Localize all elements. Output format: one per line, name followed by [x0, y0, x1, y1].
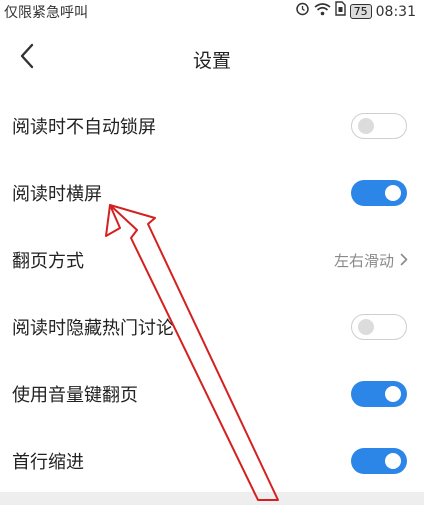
no-auto-lock-toggle[interactable] [351, 113, 407, 139]
status-bar: 仅限紧急呼叫 75 08:31 [0, 0, 424, 22]
page-title: 设置 [192, 50, 231, 72]
sim-icon [334, 1, 346, 22]
setting-label: 阅读时横屏 [12, 184, 102, 205]
setting-row-hide-hot-discussion: 阅读时隐藏热门讨论 [0, 294, 424, 360]
chevron-right-icon [400, 251, 408, 270]
hide-hot-discussion-toggle[interactable] [351, 314, 407, 340]
setting-row-volume-key-turn: 使用音量键翻页 [0, 361, 424, 427]
alarm-icon [295, 1, 310, 22]
status-carrier-text: 仅限紧急呼叫 [4, 5, 88, 21]
page-turn-mode-selector[interactable]: 左右滑动 [334, 250, 408, 271]
settings-screen: 仅限紧急呼叫 75 08:31 设置 阅读时不自动锁屏 阅读时横屏 翻页方式 左… [0, 0, 424, 505]
setting-label: 使用音量键翻页 [12, 385, 138, 406]
page-turn-mode-value: 左右滑动 [333, 251, 394, 270]
battery-icon: 75 [349, 4, 372, 19]
wifi-icon [314, 2, 331, 22]
landscape-toggle[interactable] [351, 180, 407, 206]
setting-row-landscape: 阅读时横屏 [0, 160, 424, 226]
toggle-knob [385, 386, 401, 402]
setting-label: 首行缩进 [12, 452, 84, 473]
setting-row-page-turn-mode[interactable]: 翻页方式 左右滑动 [0, 227, 424, 293]
header: 设置 [0, 36, 424, 80]
status-time: 08:31 [375, 3, 416, 20]
setting-row-no-auto-lock: 阅读时不自动锁屏 [0, 93, 424, 159]
setting-label: 翻页方式 [12, 251, 84, 272]
toggle-knob [358, 319, 374, 335]
volume-key-turn-toggle[interactable] [351, 381, 407, 407]
toggle-knob [385, 185, 401, 201]
toggle-knob [385, 453, 401, 469]
status-icons: 75 08:31 [295, 1, 416, 22]
setting-row-first-line-indent: 首行缩进 [0, 428, 424, 494]
setting-label: 阅读时隐藏热门讨论 [12, 318, 174, 339]
setting-label: 阅读时不自动锁屏 [12, 117, 156, 138]
toggle-knob [358, 118, 374, 134]
bottom-divider [0, 492, 424, 505]
first-line-indent-toggle[interactable] [351, 448, 407, 474]
